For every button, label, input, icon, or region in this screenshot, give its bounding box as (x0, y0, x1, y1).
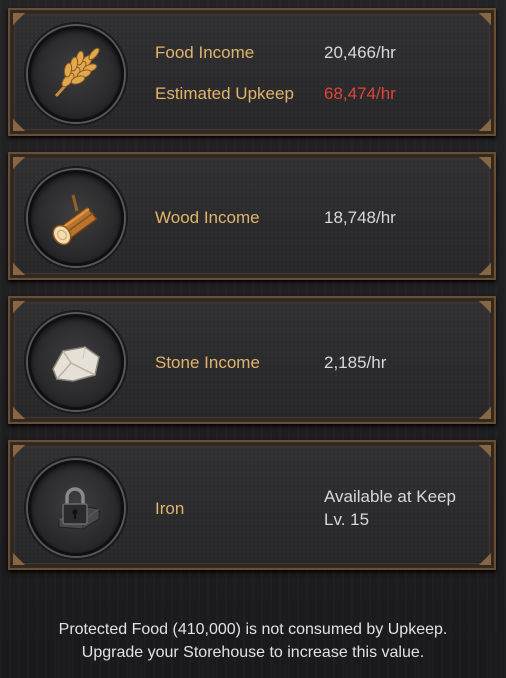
frame-corner (479, 407, 491, 419)
stone-panel: Stone Income 2,185/hr (8, 296, 496, 424)
estimated-upkeep-label: Estimated Upkeep (155, 84, 294, 103)
estimated-upkeep-value: 68,474/hr (324, 84, 396, 103)
footer-line1: Protected Food (410,000) is not consumed… (58, 621, 448, 638)
protected-food-note: Protected Food (410,000) is not consumed… (0, 618, 506, 664)
wood-income-value: 18,748/hr (324, 208, 396, 227)
iron-panel: Iron Available at Keep Lv. 15 (8, 440, 496, 570)
wood-panel: Wood Income 18,748/hr (8, 152, 496, 280)
food-income-label: Food Income (155, 43, 255, 62)
iron-availability-line2: Lv. 15 (324, 510, 370, 529)
frame-corner (13, 301, 25, 313)
frame-corner (13, 445, 25, 457)
frame-corner (13, 263, 25, 275)
iron-availability: Available at Keep Lv. 15 (324, 485, 456, 531)
frame-corner (479, 119, 491, 131)
frame-corner (479, 445, 491, 457)
stone-income-value: 2,185/hr (324, 353, 387, 372)
frame-corner (13, 13, 25, 25)
frame-corner (479, 13, 491, 25)
wood-income-label: Wood Income (155, 208, 260, 227)
frame-corner (479, 157, 491, 169)
frame-corner (479, 301, 491, 313)
food-panel: Food Income 20,466/hr Estimated Upkeep 6… (8, 8, 496, 136)
footer-line2: Upgrade your Storehouse to increase this… (81, 644, 425, 661)
frame-corner (479, 553, 491, 565)
stone-icon (28, 314, 124, 410)
frame-corner (13, 407, 25, 419)
stone-income-label: Stone Income (155, 353, 260, 372)
frame-corner (13, 157, 25, 169)
food-income-value: 20,466/hr (324, 43, 396, 62)
iron-label: Iron (155, 499, 185, 518)
wheat-icon (28, 26, 124, 122)
frame-corner (13, 553, 25, 565)
locked-iron-icon (28, 460, 124, 556)
iron-availability-line1: Available at Keep (324, 487, 457, 506)
frame-corner (13, 119, 25, 131)
frame-corner (479, 263, 491, 275)
log-icon (28, 170, 124, 266)
